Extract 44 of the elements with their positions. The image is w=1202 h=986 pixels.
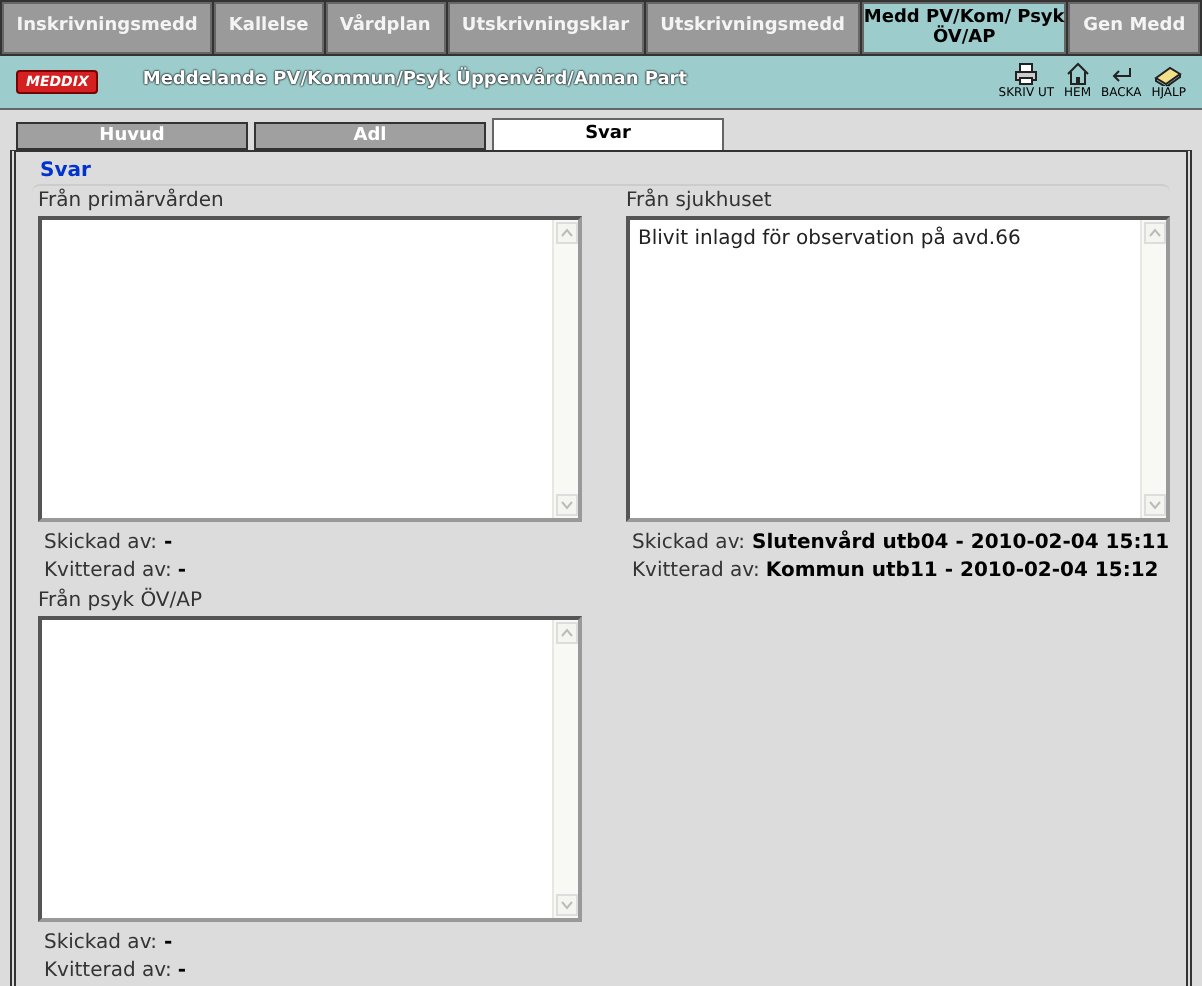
text-area[interactable] <box>38 216 582 522</box>
sub-tab[interactable]: Svar <box>492 118 724 150</box>
text-area-value: Blivit inlagd för observation på avd.66 <box>638 224 1023 254</box>
acknowledged-by-value: Kommun utb11 - 2010-02-04 15:12 <box>765 558 1159 586</box>
sent-by-value: Slutenvård utb04 - 2010-02-04 15:11 <box>752 530 1170 558</box>
panel-label: Från primärvården <box>38 190 226 214</box>
scroll-down-icon[interactable] <box>1143 494 1165 516</box>
nav-tab[interactable]: Gen Medd <box>1068 2 1200 54</box>
scrollbar[interactable] <box>552 620 578 918</box>
acknowledged-by-value: - <box>177 958 187 986</box>
section-title: Svar <box>38 160 93 184</box>
sent-by-value: - <box>164 930 173 958</box>
acknowledged-by-label: Kvitterad av: <box>44 558 172 586</box>
nav-tab[interactable]: Utskrivningsklar <box>447 2 644 54</box>
sent-by-value: - <box>164 530 173 558</box>
nav-tab[interactable]: Medd PV/Kom/ Psyk ÖV/AP <box>861 2 1067 54</box>
sent-by-label: Skickad av: <box>632 530 748 558</box>
nav-tab[interactable]: Kallelse <box>214 2 324 54</box>
sent-by-label: Skickad av: <box>44 930 160 958</box>
scroll-up-icon[interactable] <box>555 622 577 644</box>
scroll-up-icon[interactable] <box>1143 222 1165 244</box>
text-area[interactable]: Blivit inlagd för observation på avd.66 <box>626 216 1170 522</box>
scroll-down-icon[interactable] <box>555 894 577 916</box>
scroll-down-icon[interactable] <box>555 494 577 516</box>
scrollbar[interactable] <box>1140 220 1166 518</box>
panel-label: Från sjukhuset <box>626 190 774 214</box>
header-title: Meddelande PV/Kommun/Psyk Üppenvård/Annan Part <box>142 68 688 94</box>
sub-tab[interactable]: Huvud <box>16 122 248 150</box>
acknowledged-by-label: Kvitterad av: <box>44 958 172 986</box>
acknowledged-by-label: Kvitterad av: <box>632 558 760 586</box>
sent-by-label: Skickad av: <box>44 530 160 558</box>
nav-tab[interactable]: Vårdplan <box>325 2 446 54</box>
nav-tab[interactable]: Utskrivningsmedd <box>645 2 860 54</box>
nav-tab[interactable]: Inskrivningsmedd <box>2 2 213 54</box>
book-icon <box>1154 62 1183 87</box>
sub-tab[interactable]: Adl <box>254 122 486 150</box>
scroll-up-icon[interactable] <box>555 222 577 244</box>
text-area[interactable] <box>38 616 582 922</box>
back-arrow-icon <box>1109 62 1134 87</box>
acknowledged-by-value: - <box>177 558 187 586</box>
home-icon <box>1065 62 1090 87</box>
panel-label: Från psyk ÖV/AP <box>38 590 205 614</box>
scrollbar[interactable] <box>552 220 578 518</box>
printer-icon <box>1014 62 1039 87</box>
